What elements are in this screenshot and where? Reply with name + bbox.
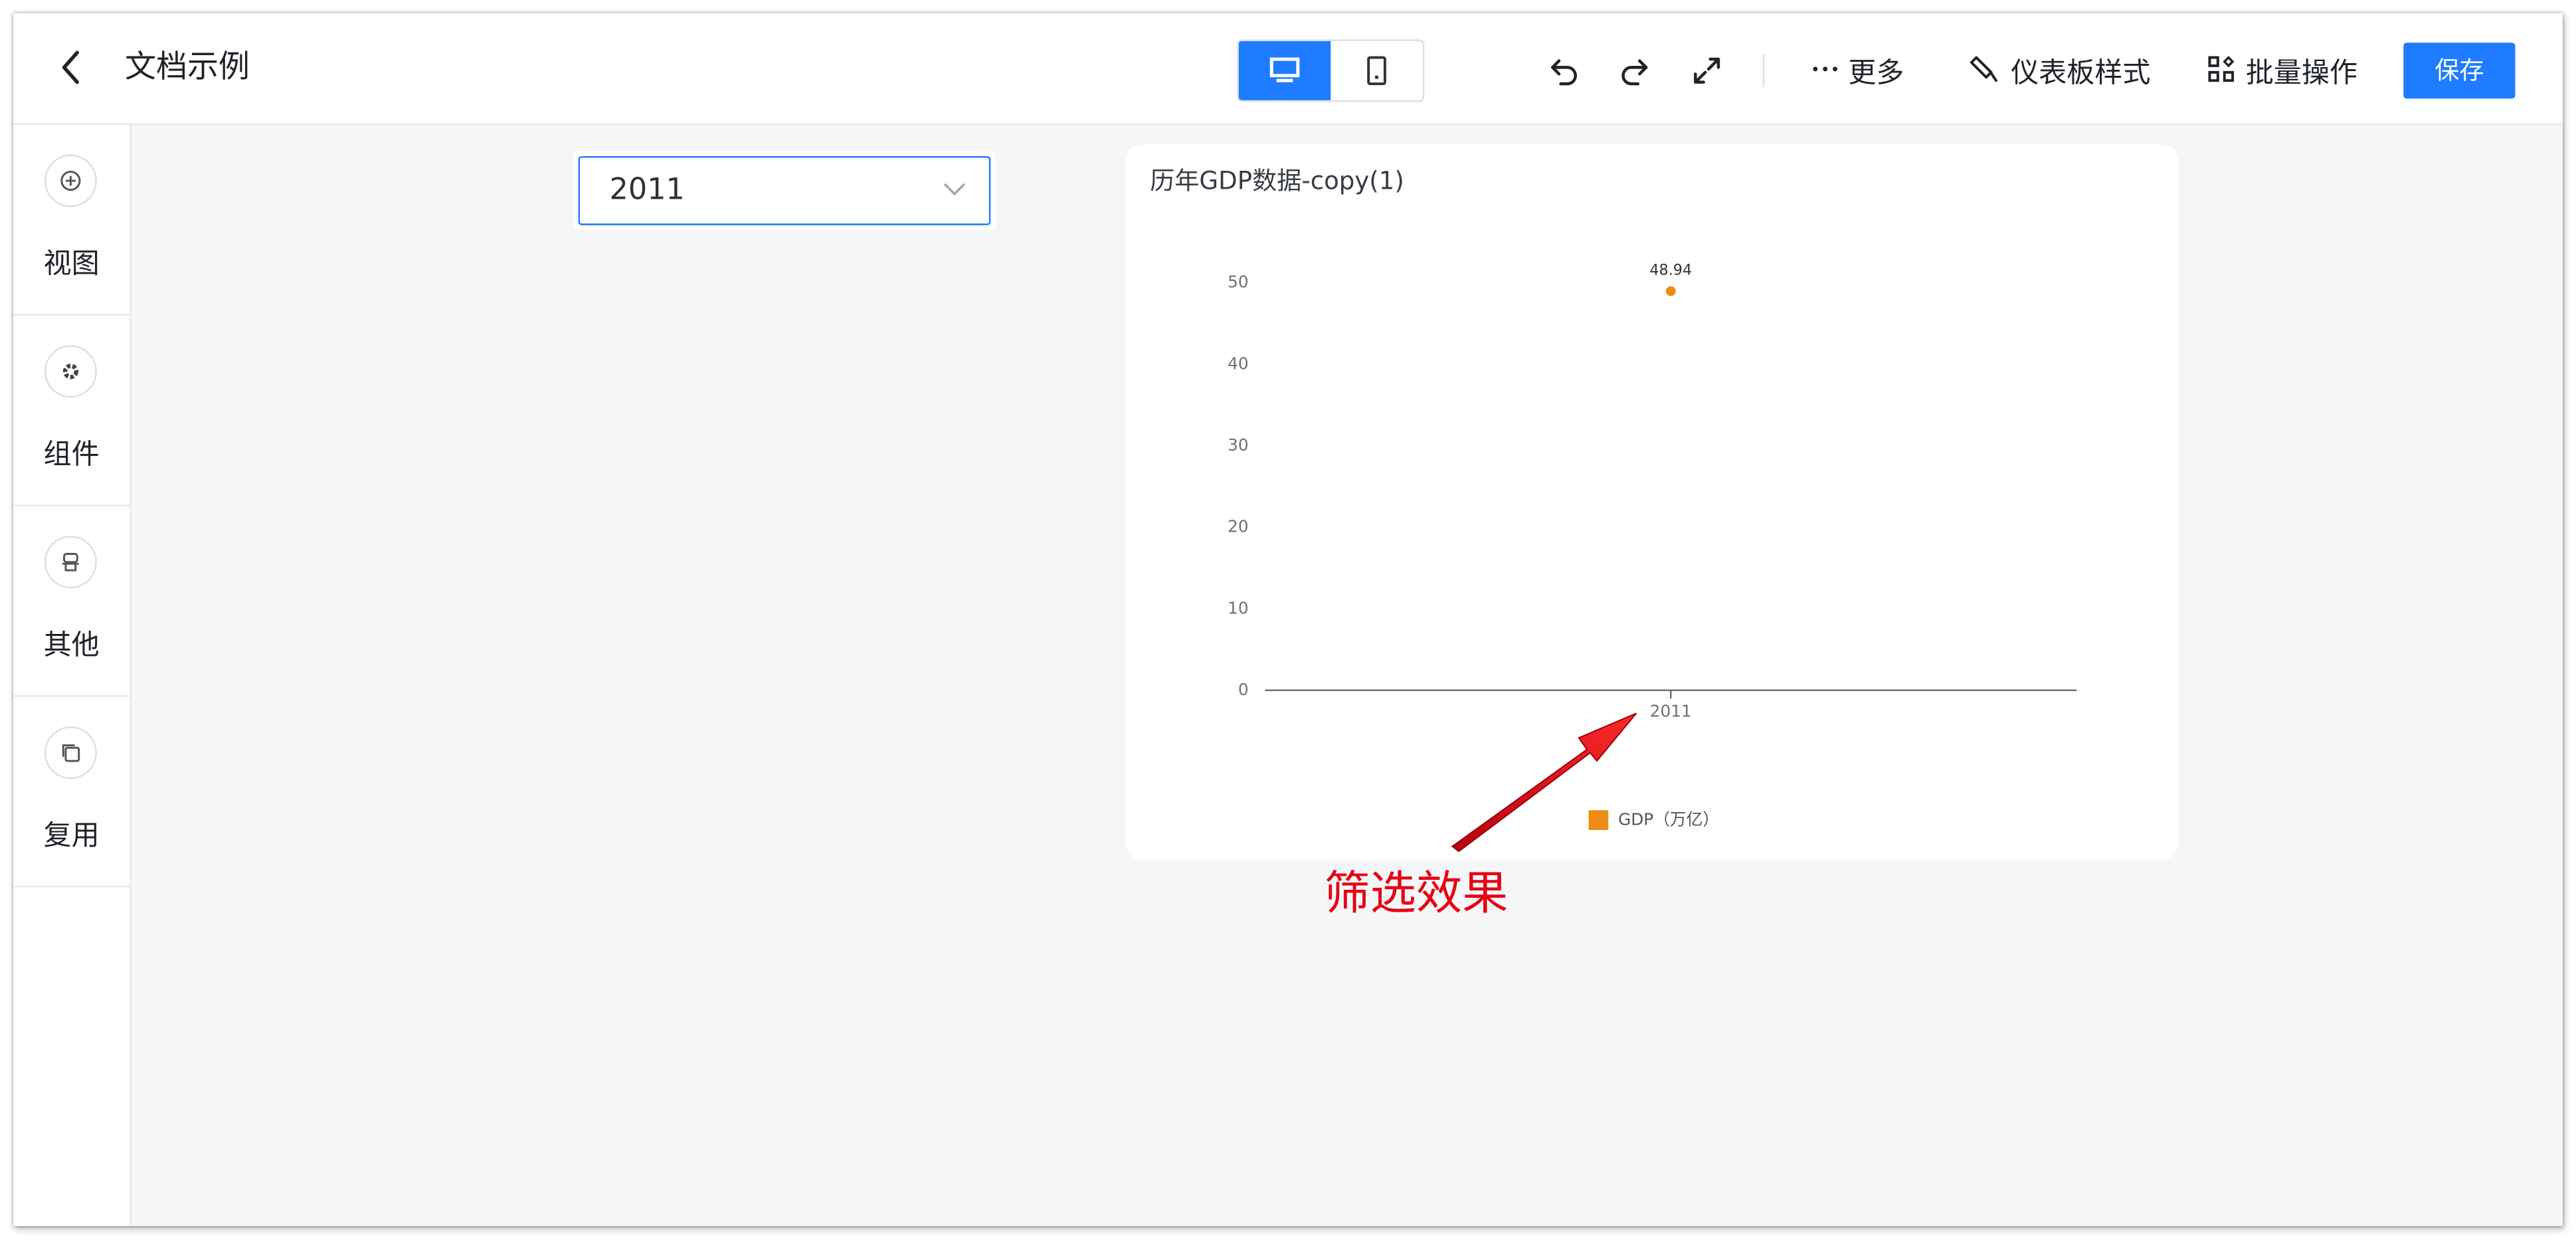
redo-icon[interactable] xyxy=(1615,51,1654,90)
sidebar-item-label: 其他 xyxy=(43,629,100,663)
gear-icon xyxy=(44,345,97,398)
sidebar-item-reuse[interactable]: 复用 xyxy=(13,697,130,888)
plus-circle-icon xyxy=(44,154,97,207)
annotation-label: 筛选效果 xyxy=(1324,866,1509,920)
data-label: 48.94 xyxy=(1649,261,1692,278)
brush-icon xyxy=(1970,56,1997,82)
top-toolbar: 文档示例 更多 仪表板样式 批量操作 保存 xyxy=(13,13,2563,125)
grid-icon xyxy=(2208,56,2235,82)
mobile-view-button[interactable] xyxy=(1331,41,1422,100)
chevron-down-icon xyxy=(943,183,965,196)
year-select-value: 2011 xyxy=(609,172,685,207)
sidebar-item-label: 视图 xyxy=(43,248,100,281)
app-window: 文档示例 更多 仪表板样式 批量操作 保存 视图 组件 其他 复用 2011 历… xyxy=(13,13,2563,1227)
desktop-view-button[interactable] xyxy=(1238,41,1331,100)
copy-icon xyxy=(44,726,97,779)
sidebar-item-other[interactable]: 其他 xyxy=(13,506,130,697)
back-icon[interactable] xyxy=(52,43,88,92)
device-toggle xyxy=(1237,39,1425,102)
sidebar-item-view[interactable]: 视图 xyxy=(13,125,130,316)
legend-swatch xyxy=(1588,810,1609,830)
fullscreen-icon[interactable] xyxy=(1687,51,1726,90)
more-button[interactable]: 更多 xyxy=(1812,46,1904,92)
undo-icon[interactable] xyxy=(1544,51,1584,90)
data-point xyxy=(1665,286,1676,296)
phone-icon xyxy=(1367,56,1386,86)
y-tick-label: 50 xyxy=(1228,272,1248,292)
y-tick-label: 10 xyxy=(1228,598,1248,617)
y-tick-label: 40 xyxy=(1228,354,1248,373)
dashboard-style-button[interactable]: 仪表板样式 xyxy=(1968,46,2151,92)
more-label: 更多 xyxy=(1848,56,1904,90)
chart-plot: 0 10 20 30 40 50 2011 48.94 GDP（万亿） xyxy=(1228,261,2077,830)
stamp-icon xyxy=(44,536,97,589)
left-sidebar: 视图 组件 其他 复用 xyxy=(13,124,132,1227)
sidebar-item-label: 组件 xyxy=(43,439,100,472)
sidebar-item-label: 复用 xyxy=(43,820,100,853)
y-tick-label: 20 xyxy=(1228,517,1248,536)
batch-operation-label: 批量操作 xyxy=(2245,56,2358,90)
dashboard-style-label: 仪表板样式 xyxy=(2011,56,2151,90)
y-tick-label: 0 xyxy=(1238,680,1249,699)
legend-label: GDP（万亿） xyxy=(1618,810,1719,829)
chart-card[interactable]: 历年GDP数据-copy(1) 0 10 20 30 40 50 2011 48.94 G… xyxy=(1125,144,2179,860)
page-title: 文档示例 xyxy=(124,49,250,86)
ellipsis-icon xyxy=(1813,66,1838,72)
batch-operation-button[interactable]: 批量操作 xyxy=(2207,46,2358,92)
sidebar-item-component[interactable]: 组件 xyxy=(13,316,130,506)
toolbar-divider xyxy=(1762,54,1765,88)
monitor-icon xyxy=(1269,57,1300,82)
save-button[interactable]: 保存 xyxy=(2403,43,2516,99)
year-filter-select[interactable]: 2011 xyxy=(578,155,991,225)
x-tick-label: 2011 xyxy=(1650,701,1692,720)
y-tick-label: 30 xyxy=(1228,435,1248,455)
